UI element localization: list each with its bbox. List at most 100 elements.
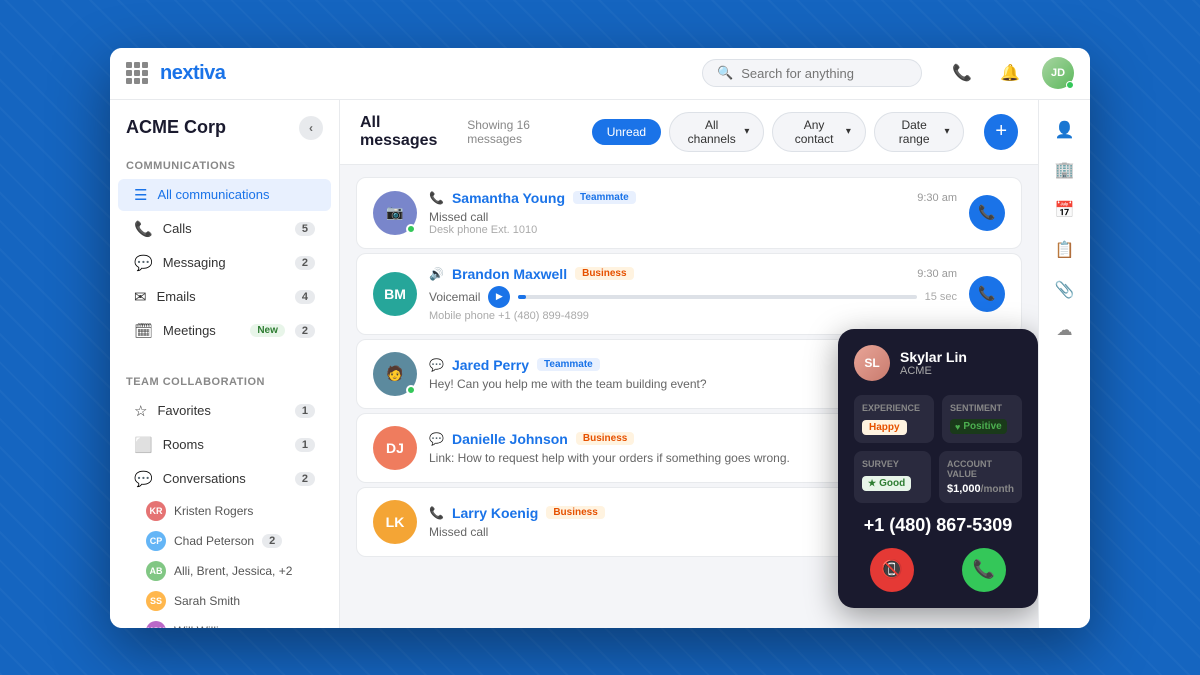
messages-header: All messages Showing 16 messages Unread … bbox=[340, 100, 1038, 165]
search-bar[interactable]: 🔍 bbox=[702, 59, 922, 87]
msg-avatar-jared: 🧑 bbox=[373, 352, 417, 396]
meetings-icon: 🗓 bbox=[134, 322, 153, 340]
incoming-call-popup: SL Skylar Lin ACME EXPERIENCE Happy SENT… bbox=[838, 329, 1038, 608]
survey-label: SURVEY bbox=[862, 459, 923, 469]
msg-top: 📞 Samantha Young Teammate 9:30 am bbox=[429, 190, 957, 206]
decline-call-button[interactable]: 📵 bbox=[870, 548, 914, 592]
right-icon-list[interactable]: 📋 bbox=[1047, 232, 1083, 268]
right-icon-bar: 👤 🏢 📅 📋 📎 ☁ bbox=[1038, 100, 1090, 628]
accept-call-button[interactable]: 📞 bbox=[962, 548, 1006, 592]
msg-name: Larry Koenig bbox=[452, 505, 538, 521]
team-section-title: Team collaboration bbox=[110, 364, 339, 394]
online-indicator bbox=[1066, 81, 1074, 89]
all-comm-icon: ☰ bbox=[134, 186, 147, 204]
msg-name: Jared Perry bbox=[452, 357, 529, 373]
avatar-initials: LK bbox=[386, 514, 405, 530]
experience-box: EXPERIENCE Happy bbox=[854, 395, 934, 443]
play-button[interactable]: ▶ bbox=[488, 286, 510, 308]
msg-preview-sub: Mobile phone +1 (480) 899-4899 bbox=[429, 310, 957, 322]
message-item-samantha[interactable]: 📷 📞 Samantha Young Teammate 9:30 am Miss… bbox=[356, 177, 1022, 249]
user-avatar-nav[interactable]: JD bbox=[1042, 57, 1074, 89]
sub-avatar: AB bbox=[146, 561, 166, 581]
msg-tag-business: Business bbox=[546, 506, 604, 519]
audio-duration: 15 sec bbox=[925, 291, 957, 303]
msg-body-samantha: 📞 Samantha Young Teammate 9:30 am Missed… bbox=[429, 190, 957, 236]
caller-name: Skylar Lin bbox=[900, 349, 967, 365]
sub-item-alli[interactable]: AB Alli, Brent, Jessica, +2 bbox=[110, 556, 339, 586]
accept-icon: 📞 bbox=[973, 559, 995, 580]
any-contact-filter-button[interactable]: Any contact ▾ bbox=[772, 112, 866, 152]
communications-section-title: Communications bbox=[110, 148, 339, 178]
sidebar-item-meetings[interactable]: 🗓 Meetings New 2 bbox=[118, 315, 331, 347]
audio-progress-bar[interactable] bbox=[518, 295, 916, 299]
sidebar-item-label: All communications bbox=[157, 187, 315, 202]
msg-time: 9:30 am bbox=[917, 268, 957, 280]
sub-item-sarah[interactable]: SS Sarah Smith bbox=[110, 586, 339, 616]
sidebar-item-calls[interactable]: 📞 Calls 5 bbox=[118, 213, 331, 245]
sidebar: ACME Corp ‹ Communications ☰ All communi… bbox=[110, 100, 340, 628]
message-item-brandon[interactable]: BM 🔊 Brandon Maxwell Business 9:30 am Vo… bbox=[356, 253, 1022, 335]
messages-title: All messages bbox=[360, 114, 455, 150]
sidebar-item-conversations[interactable]: 💬 Conversations 2 bbox=[118, 463, 331, 495]
msg-name: Brandon Maxwell bbox=[452, 266, 567, 282]
survey-value: ★ Good bbox=[862, 476, 911, 491]
msg-tag-teammate: Teammate bbox=[573, 191, 636, 204]
search-input[interactable] bbox=[741, 66, 907, 81]
rooms-badge: 1 bbox=[295, 438, 315, 452]
nav-icons: 📞 🔔 JD bbox=[946, 57, 1074, 89]
sidebar-item-favorites[interactable]: ☆ Favorites 1 bbox=[118, 395, 331, 427]
right-icon-cloud[interactable]: ☁ bbox=[1047, 312, 1083, 348]
right-icon-attachment[interactable]: 📎 bbox=[1047, 272, 1083, 308]
caller-avatar: SL bbox=[854, 345, 890, 381]
sidebar-item-all-communications[interactable]: ☰ All communications bbox=[118, 179, 331, 211]
sentiment-box: SENTIMENT ♥ Positive bbox=[942, 395, 1022, 443]
sub-item-will[interactable]: WW Will Williams bbox=[110, 616, 339, 628]
date-range-label: Date range bbox=[889, 118, 940, 146]
sidebar-item-label: Messaging bbox=[163, 255, 285, 270]
right-icon-building[interactable]: 🏢 bbox=[1047, 152, 1083, 188]
rooms-icon: ⬜ bbox=[134, 436, 153, 454]
conversations-icon: 💬 bbox=[134, 470, 153, 488]
msg-name: Danielle Johnson bbox=[452, 431, 568, 447]
messages-filters: Unread All channels ▾ Any contact ▾ Date… bbox=[592, 112, 965, 152]
sidebar-item-rooms[interactable]: ⬜ Rooms 1 bbox=[118, 429, 331, 461]
sidebar-item-label: Meetings bbox=[163, 323, 240, 338]
right-icon-contact[interactable]: 👤 bbox=[1047, 112, 1083, 148]
voicemail-icon: 🔊 bbox=[429, 267, 444, 281]
notifications-button[interactable]: 🔔 bbox=[994, 57, 1026, 89]
avatar-initials: BM bbox=[384, 286, 406, 302]
sub-item-kristen[interactable]: KR Kristen Rogers bbox=[110, 496, 339, 526]
sidebar-item-label: Calls bbox=[163, 221, 285, 236]
call-button-brandon[interactable]: 📞 bbox=[969, 276, 1005, 312]
collapse-button[interactable]: ‹ bbox=[299, 116, 323, 140]
sidebar-item-label: Favorites bbox=[157, 403, 284, 418]
emails-icon: ✉ bbox=[134, 288, 147, 306]
sidebar-item-label: Emails bbox=[157, 289, 285, 304]
msg-avatar-larry: LK bbox=[373, 500, 417, 544]
app-window: nextiva 🔍 📞 🔔 JD ACME Corp ‹ Communicati… bbox=[110, 48, 1090, 628]
logo-text: nextiva bbox=[160, 62, 225, 85]
date-range-filter-button[interactable]: Date range ▾ bbox=[874, 112, 965, 152]
add-message-button[interactable]: + bbox=[984, 114, 1018, 150]
online-indicator bbox=[406, 385, 416, 395]
phone-nav-button[interactable]: 📞 bbox=[946, 57, 978, 89]
call-button-samantha[interactable]: 📞 bbox=[969, 195, 1005, 231]
unread-filter-button[interactable]: Unread bbox=[592, 119, 661, 145]
sidebar-item-messaging[interactable]: 💬 Messaging 2 bbox=[118, 247, 331, 279]
grid-menu-icon[interactable] bbox=[126, 62, 148, 84]
calls-icon: 📞 bbox=[134, 220, 153, 238]
call-icon: 📞 bbox=[429, 506, 444, 520]
sub-item-label: Alli, Brent, Jessica, +2 bbox=[174, 564, 292, 578]
sidebar-item-label: Conversations bbox=[163, 471, 285, 486]
right-icon-calendar[interactable]: 📅 bbox=[1047, 192, 1083, 228]
all-channels-filter-button[interactable]: All channels ▾ bbox=[669, 112, 764, 152]
sub-item-chad[interactable]: CP Chad Peterson 2 bbox=[110, 526, 339, 556]
main-content: All messages Showing 16 messages Unread … bbox=[340, 100, 1038, 628]
experience-label: EXPERIENCE bbox=[862, 403, 926, 413]
msg-avatar-brandon: BM bbox=[373, 272, 417, 316]
survey-box: SURVEY ★ Good bbox=[854, 451, 931, 503]
search-icon: 🔍 bbox=[717, 65, 733, 81]
sidebar-item-emails[interactable]: ✉ Emails 4 bbox=[118, 281, 331, 313]
account-value-label: ACCOUNT VALUE bbox=[947, 459, 1014, 479]
sub-item-label: Will Williams bbox=[174, 624, 241, 628]
